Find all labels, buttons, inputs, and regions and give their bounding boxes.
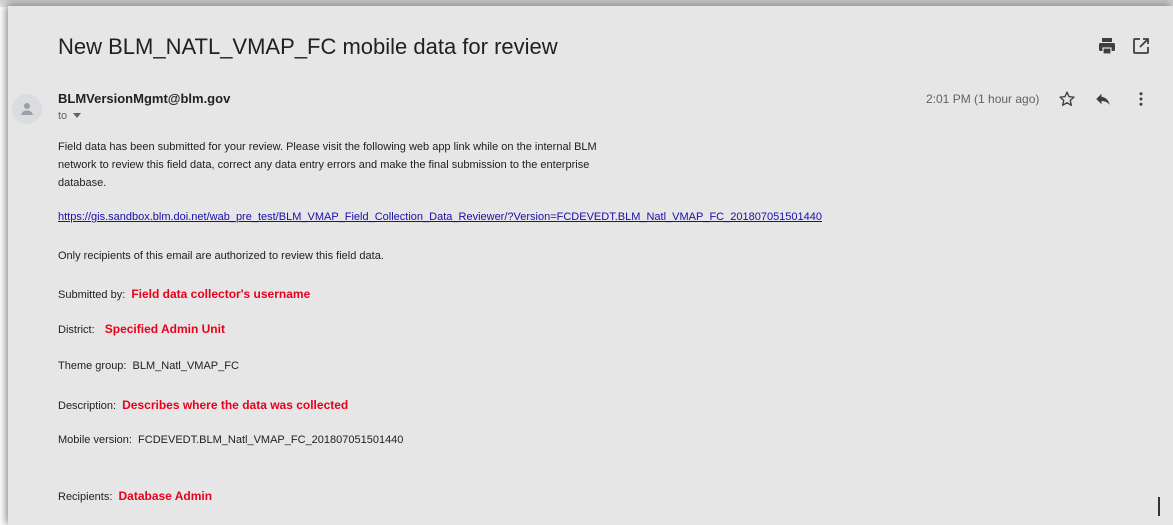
text-cursor (1158, 497, 1160, 516)
theme-group-row: Theme group: BLM_Natl_VMAP_FC (58, 360, 239, 372)
person-icon (21, 103, 33, 115)
district-value: Specified Admin Unit (104, 322, 225, 336)
recipients-label: Recipients: (58, 491, 113, 503)
sender-address[interactable]: BLMVersionMgmt@blm.gov (58, 91, 230, 106)
description-label: Description: (58, 400, 117, 412)
email-subject: New BLM_NATL_VMAP_FC mobile data for rev… (58, 34, 558, 59)
mobile-version-value: FCDEVEDT.BLM_Natl_VMAP_FC_20180705150144… (138, 434, 404, 446)
open-in-new-window-icon[interactable] (1131, 36, 1151, 56)
recipients-value: Database Admin (118, 489, 213, 503)
reply-icon[interactable] (1094, 90, 1112, 108)
caret-down-icon[interactable] (73, 113, 82, 119)
reviewer-app-link[interactable]: https://gis.sandbox.blm.doi.net/wab_pre_… (58, 211, 822, 223)
district-label: District: (58, 324, 95, 336)
recipients-row: Recipients: Database Admin (58, 489, 212, 503)
timestamp: 2:01 PM (1 hour ago) (926, 92, 1040, 106)
to-label: to (58, 110, 68, 122)
recipient-summary[interactable]: to (58, 110, 82, 122)
submitted-by-label: Submitted by: (58, 289, 126, 301)
print-icon[interactable] (1097, 36, 1117, 56)
submitted-by-row: Submitted by: Field data collector's use… (58, 287, 310, 301)
mobile-version-row: Mobile version: FCDEVEDT.BLM_Natl_VMAP_F… (58, 434, 403, 446)
authorized-note: Only recipients of this email are author… (58, 250, 384, 262)
district-row: District: Specified Admin Unit (58, 322, 225, 336)
star-icon[interactable] (1058, 90, 1076, 108)
more-vertical-icon[interactable] (1132, 90, 1150, 108)
mobile-version-label: Mobile version: (58, 434, 132, 446)
submitted-by-value: Field data collector's username (131, 287, 311, 301)
description-value: Describes where the data was collected (122, 398, 349, 412)
email-view (8, 6, 1173, 525)
theme-group-label: Theme group: (58, 360, 127, 372)
body-intro: Field data has been submitted for your r… (58, 141, 597, 189)
description-row: Description: Describes where the data wa… (58, 398, 348, 412)
theme-group-value: BLM_Natl_VMAP_FC (132, 360, 239, 372)
avatar[interactable] (12, 94, 42, 124)
